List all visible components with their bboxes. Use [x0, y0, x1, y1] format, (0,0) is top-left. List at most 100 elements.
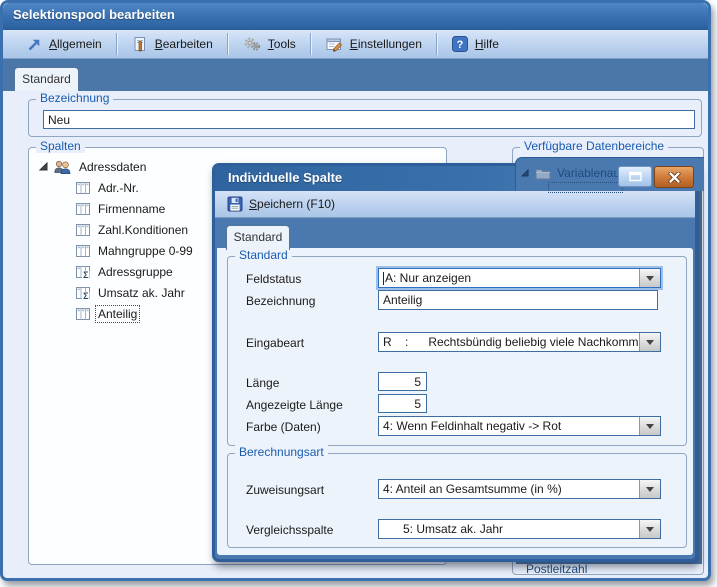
tree-item-partial[interactable]	[549, 183, 622, 192]
save-floppy-icon	[227, 196, 243, 212]
menu-label: Einstellungen	[350, 37, 422, 51]
dropdown-button[interactable]	[639, 269, 660, 287]
menu-einstellungen[interactable]: Einstellungen	[312, 32, 436, 56]
group-legend: Standard	[235, 248, 292, 262]
menu-label: Hilfe	[475, 37, 499, 51]
zuweisungsart-combobox[interactable]: 4: Anteil an Gesamtsumme (in %)	[378, 479, 661, 499]
laenge-field[interactable]: 5	[378, 372, 427, 391]
menu-hilfe[interactable]: ? Hilfe	[438, 32, 513, 56]
zuweisungsart-label: Zuweisungsart	[246, 483, 324, 497]
dropdown-button[interactable]	[639, 480, 660, 498]
bezeichnung-input[interactable]: Neu	[43, 110, 695, 129]
group-bezeichnung: Bezeichnung Neu	[28, 99, 702, 137]
tab-label: Standard	[234, 230, 283, 244]
vergleichsspalte-label: Vergleichsspalte	[246, 523, 333, 537]
screen: Selektionspool bearbeiten Allgemein Bear…	[0, 0, 717, 587]
menu-bearbeiten[interactable]: Bearbeiten	[118, 32, 227, 56]
expander-expanded-icon[interactable]	[521, 169, 529, 177]
tree-item-postleitzahl[interactable]: Postleitzahl	[526, 562, 587, 576]
chevron-down-icon	[646, 340, 654, 345]
tree-item-label: Anteilig	[96, 306, 139, 322]
columns-icon	[75, 243, 91, 259]
menu-label: Tools	[268, 37, 296, 51]
eingabeart-value: R : Rechtsbündig beliebig viele Nachkomm…	[379, 333, 639, 351]
tree-item-label: Adressdaten	[77, 159, 148, 175]
main-titlebar[interactable]: Selektionspool bearbeiten	[3, 3, 708, 27]
gears-icon	[243, 36, 261, 52]
save-button-label: Speichern (F10)	[249, 197, 335, 211]
group-legend: Spalten	[36, 139, 85, 153]
tree-item-label: Umsatz ak. Jahr	[96, 285, 187, 301]
main-window-title: Selektionspool bearbeiten	[13, 7, 175, 22]
dropdown-button[interactable]	[639, 417, 660, 435]
zuweisungsart-value: 4: Anteil an Gesamtsumme (in %)	[379, 480, 639, 498]
group-legend: Bezeichnung	[36, 91, 113, 105]
vergleichsspalte-combobox[interactable]: 5: Umsatz ak. Jahr	[378, 519, 661, 539]
bezeichnung-value: Neu	[48, 113, 70, 127]
laenge-value: 5	[414, 375, 421, 389]
menu-allgemein[interactable]: Allgemein	[13, 32, 116, 56]
columns-sum-icon: Σ	[75, 285, 91, 301]
dialog-individuelle-spalte: Individuelle Spalte Speichern (F10) Stan…	[212, 163, 698, 562]
eingabeart-combobox[interactable]: R : Rechtsbündig beliebig viele Nachkomm…	[378, 332, 661, 352]
bezeichnung-label: Bezeichnung	[246, 294, 315, 308]
text-cursor	[383, 272, 384, 285]
dropdown-button[interactable]	[639, 520, 660, 538]
chevron-down-icon	[646, 276, 654, 281]
chevron-down-icon	[646, 424, 654, 429]
folder-icon	[535, 167, 551, 180]
group-legend: Verfügbare Datenbereiche	[520, 139, 668, 153]
feldstatus-value: A: Nur anzeigen	[379, 269, 639, 287]
tree-item-label: Mahngruppe 0-99	[96, 243, 195, 259]
chevron-down-icon	[646, 527, 654, 532]
tree-item-label: Adr.-Nr.	[96, 180, 141, 196]
tree-item-label: Adressgruppe	[96, 264, 175, 280]
settings-form-icon	[326, 36, 343, 52]
expander-expanded-icon[interactable]	[39, 162, 48, 171]
svg-text:Σ: Σ	[83, 270, 89, 280]
bezeichnung-field-value: Anteilig	[383, 293, 422, 307]
dropdown-button[interactable]	[639, 333, 660, 351]
bezeichnung-field[interactable]: Anteilig	[378, 290, 658, 310]
columns-icon	[75, 306, 91, 322]
people-icon	[53, 159, 72, 175]
tree-item-label: Zahl.Konditionen	[96, 222, 190, 238]
arrow-northeast-icon	[27, 37, 42, 52]
menu-tools[interactable]: Tools	[229, 32, 310, 56]
dialog-toolbar: Speichern (F10)	[215, 191, 695, 218]
chevron-down-icon	[646, 487, 654, 492]
main-toolbar: Allgemein Bearbeiten Tools Einstellungen	[3, 30, 708, 59]
columns-sum-icon: Σ	[75, 264, 91, 280]
columns-icon	[75, 201, 91, 217]
svg-text:?: ?	[457, 39, 464, 51]
close-icon	[668, 172, 681, 183]
edit-page-icon	[132, 36, 148, 52]
eingabeart-label: Eingabeart	[246, 336, 304, 350]
farbe-label: Farbe (Daten)	[246, 420, 321, 434]
angezeigte-laenge-label: Angezeigte Länge	[246, 398, 343, 412]
angezeigte-laenge-field[interactable]: 5	[378, 394, 427, 413]
angezeigte-laenge-value: 5	[414, 397, 421, 411]
tree-item-label: Firmenname	[96, 201, 167, 217]
menu-label: Allgemein	[49, 37, 102, 51]
group-legend: Berechnungsart	[235, 445, 328, 459]
feldstatus-combobox[interactable]: A: Nur anzeigen	[378, 268, 661, 288]
farbe-combobox[interactable]: 4: Wenn Feldinhalt negativ -> Rot	[378, 416, 661, 436]
columns-icon	[75, 222, 91, 238]
dialog-title: Individuelle Spalte	[228, 170, 342, 185]
columns-icon	[75, 180, 91, 196]
menu-label: Bearbeiten	[155, 37, 213, 51]
farbe-value: 4: Wenn Feldinhalt negativ -> Rot	[379, 417, 639, 435]
restore-button[interactable]	[618, 166, 652, 187]
close-button[interactable]	[654, 166, 694, 188]
dialog-content-panel: Standard Feldstatus A: Nur anzeigen Beze…	[217, 248, 693, 555]
feldstatus-label: Feldstatus	[246, 272, 301, 286]
tab-label: Standard	[22, 72, 71, 86]
tab-standard-dialog[interactable]: Standard	[226, 225, 290, 250]
help-icon: ?	[452, 36, 468, 52]
vergleichsspalte-value: 5: Umsatz ak. Jahr	[379, 520, 639, 538]
save-button[interactable]: Speichern (F10)	[215, 192, 347, 216]
restore-window-icon	[629, 171, 642, 182]
tab-standard-main[interactable]: Standard	[14, 67, 79, 92]
main-tabband	[3, 59, 708, 91]
